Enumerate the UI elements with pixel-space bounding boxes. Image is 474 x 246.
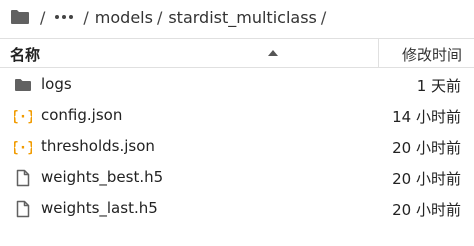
svg-text:{·}: {·} xyxy=(14,109,32,125)
file-modified: 14 小时前 xyxy=(392,108,461,126)
file-modified: 20 小时前 xyxy=(392,201,461,219)
file-modified: 20 小时前 xyxy=(392,170,461,188)
breadcrumb-item-stardist-multiclass[interactable]: stardist_multiclass xyxy=(168,8,317,27)
file-name: logs xyxy=(41,75,72,93)
file-icon xyxy=(14,200,32,218)
sort-ascending-icon[interactable] xyxy=(268,50,278,56)
breadcrumb-separator: / xyxy=(40,7,46,27)
svg-text:{·}: {·} xyxy=(14,140,32,156)
json-icon: {·} xyxy=(10,107,35,125)
list-item[interactable]: weights_last.h5 20 小时前 xyxy=(0,194,474,225)
home-folder-icon[interactable] xyxy=(10,9,30,25)
file-modified: 1 天前 xyxy=(416,77,461,95)
file-name: weights_last.h5 xyxy=(41,199,158,217)
file-icon xyxy=(14,169,32,187)
list-item[interactable]: {·} thresholds.json 20 小时前 xyxy=(0,132,474,163)
breadcrumb-ellipsis-icon[interactable] xyxy=(55,15,74,19)
breadcrumb: / / models / stardist_multiclass / xyxy=(10,4,332,30)
breadcrumb-separator: / xyxy=(156,7,163,27)
breadcrumb-separator: / xyxy=(83,7,89,27)
folder-icon xyxy=(14,76,32,94)
file-browser: / / models / stardist_multiclass / 名称 修改… xyxy=(0,0,474,246)
file-name: config.json xyxy=(41,106,123,124)
file-list: logs 1 天前 {·} config.json 14 小时前 {·} thr… xyxy=(0,70,474,225)
file-modified: 20 小时前 xyxy=(392,139,461,157)
list-item[interactable]: weights_best.h5 20 小时前 xyxy=(0,163,474,194)
file-name: weights_best.h5 xyxy=(41,168,164,186)
column-header-name[interactable]: 名称 xyxy=(10,44,40,65)
breadcrumb-item-models[interactable]: models xyxy=(95,8,153,27)
json-icon: {·} xyxy=(10,138,35,156)
list-item[interactable]: logs 1 天前 xyxy=(0,70,474,101)
file-list-header: 名称 修改时间 xyxy=(0,38,474,68)
column-divider[interactable] xyxy=(378,39,379,67)
breadcrumb-separator: / xyxy=(320,7,327,27)
file-name: thresholds.json xyxy=(41,137,155,155)
column-header-modified[interactable]: 修改时间 xyxy=(402,44,462,65)
list-item[interactable]: {·} config.json 14 小时前 xyxy=(0,101,474,132)
